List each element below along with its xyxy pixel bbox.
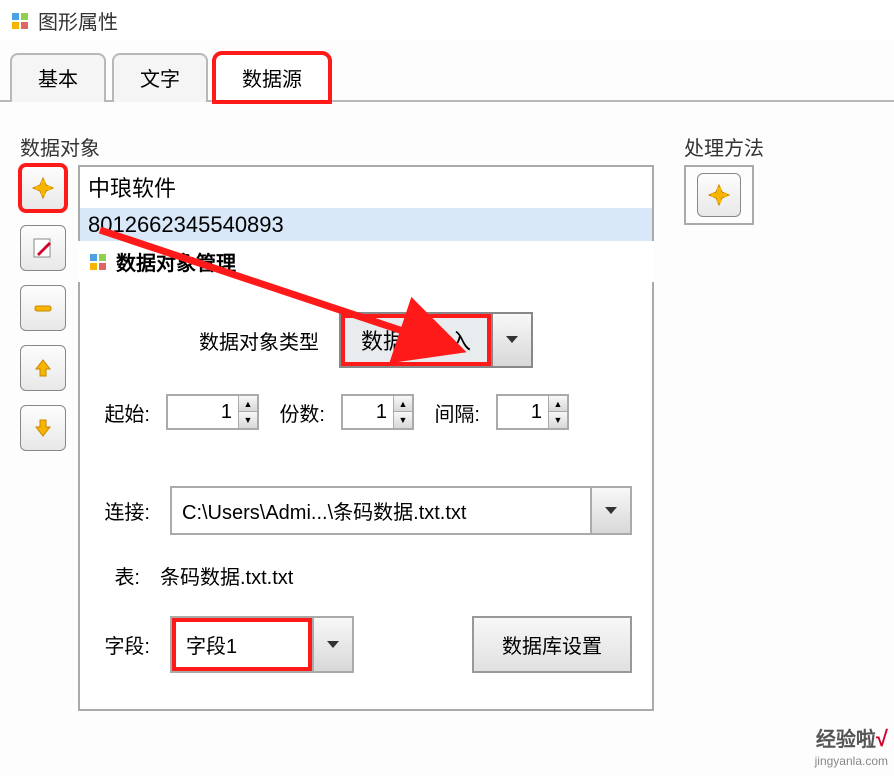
- spinner-down-icon[interactable]: ▼: [394, 412, 412, 428]
- main-area: 数据对象: [0, 102, 894, 721]
- type-label: 数据对象类型: [199, 326, 319, 355]
- left-column: 数据对象: [20, 132, 654, 711]
- move-up-button[interactable]: [20, 345, 66, 391]
- type-dropdown[interactable]: 数据库导入: [339, 312, 533, 368]
- db-settings-button[interactable]: 数据库设置: [472, 616, 632, 673]
- add-process-button[interactable]: [697, 173, 741, 217]
- count-label: 份数:: [275, 398, 325, 427]
- type-value: 数据库导入: [341, 314, 491, 366]
- data-object-manage-dialog: 数据对象管理 数据对象类型 数据库导入: [78, 241, 654, 711]
- table-label: 表:: [100, 561, 140, 590]
- add-button[interactable]: [20, 165, 66, 211]
- field-dropdown[interactable]: 字段1: [170, 616, 354, 673]
- check-icon: √: [876, 726, 888, 751]
- spinner-down-icon[interactable]: ▼: [239, 412, 257, 428]
- field-value: 字段1: [172, 618, 312, 671]
- count-input[interactable]: [343, 396, 393, 428]
- titlebar: 图形属性: [0, 0, 894, 41]
- interval-spinner[interactable]: ▲ ▼: [496, 394, 569, 430]
- conn-label: 连接:: [100, 496, 150, 525]
- conn-dropdown[interactable]: C:\Users\Admi...\条码数据.txt.txt: [170, 486, 632, 535]
- tabs: 基本 文字 数据源: [0, 51, 894, 102]
- chevron-down-icon[interactable]: [590, 488, 630, 533]
- tab-basic[interactable]: 基本: [10, 53, 106, 102]
- chevron-down-icon[interactable]: [312, 618, 352, 671]
- data-object-content: 中琅软件 8012662345540893 数据对象管理: [78, 165, 654, 711]
- data-object-label: 数据对象: [20, 132, 654, 161]
- spinner-up-icon[interactable]: ▲: [549, 396, 567, 412]
- edit-button[interactable]: [20, 225, 66, 271]
- move-down-button[interactable]: [20, 405, 66, 451]
- subdialog-body: 数据对象类型 数据库导入 起始:: [78, 282, 654, 711]
- data-object-toolbar: [20, 165, 66, 451]
- spinner-up-icon[interactable]: ▲: [394, 396, 412, 412]
- start-spinner[interactable]: ▲ ▼: [166, 394, 259, 430]
- subdialog-title: 数据对象管理: [116, 247, 236, 276]
- data-object-row: 中琅软件 8012662345540893 数据对象管理: [20, 165, 654, 711]
- chevron-down-icon[interactable]: [491, 314, 531, 366]
- start-label: 起始:: [100, 398, 150, 427]
- tab-text[interactable]: 文字: [112, 53, 208, 102]
- subdialog-titlebar: 数据对象管理: [78, 241, 654, 282]
- remove-button[interactable]: [20, 285, 66, 331]
- list-item[interactable]: 中琅软件: [80, 167, 652, 208]
- table-value: 条码数据.txt.txt: [160, 561, 293, 590]
- app-icon: [88, 252, 108, 272]
- data-object-list[interactable]: 中琅软件 8012662345540893: [78, 165, 654, 245]
- watermark: 经验啦√ jingyanla.com: [815, 723, 888, 770]
- count-spinner[interactable]: ▲ ▼: [341, 394, 414, 430]
- spinner-up-icon[interactable]: ▲: [239, 396, 257, 412]
- app-icon: [10, 11, 30, 31]
- process-method-label: 处理方法: [684, 132, 884, 161]
- watermark-url: jingyanla.com: [815, 754, 888, 768]
- interval-input[interactable]: [498, 396, 548, 428]
- window-title: 图形属性: [38, 6, 118, 35]
- list-item[interactable]: 8012662345540893: [80, 208, 652, 243]
- right-column: 处理方法: [684, 132, 884, 711]
- watermark-brand: 经验啦: [816, 729, 876, 751]
- start-input[interactable]: [168, 396, 238, 428]
- tab-datasource[interactable]: 数据源: [214, 53, 330, 102]
- process-method-box: [684, 165, 754, 225]
- conn-value: C:\Users\Admi...\条码数据.txt.txt: [172, 488, 590, 533]
- field-label: 字段:: [100, 630, 150, 659]
- spinner-down-icon[interactable]: ▼: [549, 412, 567, 428]
- interval-label: 间隔:: [430, 398, 480, 427]
